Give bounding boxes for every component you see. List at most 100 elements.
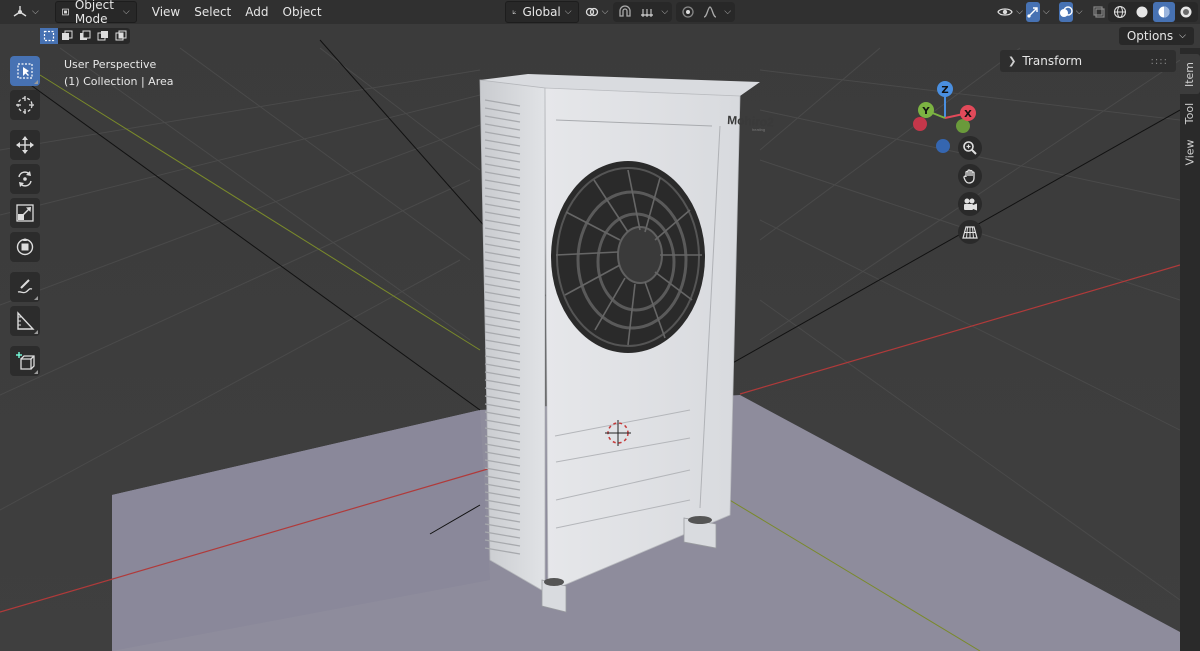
snap-target-button[interactable] [636,2,658,22]
object-mode-icon [62,8,69,16]
overlays-icon [1059,6,1073,17]
mode-dropdown[interactable]: Object Mode ⌵ [54,0,137,26]
shading-group [1107,2,1198,22]
transform-icon [16,238,34,256]
brand-logo: Mohiro2 [727,113,775,129]
overlays-toggle[interactable] [1058,2,1073,22]
tool-shelf [8,56,46,380]
tab-view[interactable]: View [1180,134,1200,170]
sidebar-tabs: Item Tool View [1180,48,1200,651]
hand-pan-icon [963,169,975,184]
annotate-tool[interactable] [10,272,40,302]
transform-tool[interactable] [10,232,40,262]
cursor-icon [16,96,34,114]
viewport-info: User Perspective (1) Collection | Area [64,56,174,90]
menu-view[interactable]: View [145,2,187,22]
options-dropdown[interactable]: Options ⌵ [1118,27,1194,45]
chevron-down-icon: ⌵ [1179,31,1186,41]
select-box-icon [17,63,33,79]
ortho-toggle-button[interactable] [958,220,982,244]
gizmo-icon [1027,7,1038,18]
select-extend-icon [62,30,73,40]
transform-orientation-dropdown[interactable]: Global ⌵ [504,1,579,23]
tab-view-label: View [1183,138,1197,166]
select-box-tool[interactable] [10,56,40,86]
chevron-down-icon: ⌵ [1016,7,1023,17]
editor-type-button[interactable]: ⌵ [6,2,45,22]
select-subtract-button[interactable] [76,28,94,44]
options-label: Options [1126,29,1174,43]
tab-tool[interactable]: Tool [1180,98,1200,128]
pan-button[interactable] [958,164,982,188]
move-icon [16,136,34,154]
tab-item[interactable]: Item [1180,54,1200,94]
xray-toggle[interactable] [1092,2,1106,22]
material-sphere-icon [1158,6,1170,18]
collection-label: (1) Collection | Area [64,75,174,88]
chevron-down-icon: ⌵ [1042,7,1050,17]
grid-view-icon [962,226,978,239]
rotate-tool[interactable] [10,164,40,194]
falloff-button[interactable] [699,2,721,22]
scale-tool[interactable] [10,198,40,228]
menu-add[interactable]: Add [238,2,275,22]
gizmo-x-label: X [964,109,972,120]
zoom-button[interactable] [958,136,982,160]
viewport-header: ⌵ Object Mode ⌵ View Select Add Object G… [0,0,1200,26]
camera-view-button[interactable] [958,192,982,216]
perspective-label: User Perspective [64,58,157,71]
mode-label: Object Mode [74,0,114,26]
orientation-label: Global [522,5,561,19]
menu-object[interactable]: Object [276,2,329,22]
select-new-icon [43,30,55,42]
drag-handle-icon[interactable]: :::: [1151,56,1168,67]
select-intersect-icon [115,30,127,41]
viewport-3d[interactable]: Mohiro2 heating User Perspective (1) Col… [0,24,1180,651]
gizmo-x-negative[interactable] [956,119,970,133]
gizmo-z-label: Z [941,85,948,96]
select-invert-icon [97,31,108,41]
cursor-tool[interactable] [10,90,40,120]
select-extend-button[interactable] [58,28,76,44]
gizmo-y-label: Y [921,106,930,117]
zoom-icon [963,141,977,155]
proportional-edit-group: ⌵ [676,2,736,22]
wireframe-sphere-icon [1113,5,1126,19]
snap-toggle[interactable] [614,2,636,22]
select-invert-button[interactable] [94,28,112,44]
move-tool[interactable] [10,130,40,160]
select-subtract-icon [80,30,91,40]
chevron-down-icon: ⌵ [32,7,39,17]
chevron-down-icon: ⌵ [661,7,669,17]
pivot-point-button[interactable] [585,2,599,22]
gizmo-toggle[interactable] [1025,2,1040,22]
transform-panel-header[interactable]: ❯ Transform :::: [1000,50,1176,72]
scene-render[interactable]: Mohiro2 heating [0,24,1180,651]
fan-grille [551,161,705,353]
visibility-button[interactable] [997,2,1013,22]
wireframe-shading-button[interactable] [1109,2,1131,22]
chevron-down-icon: ⌵ [724,7,732,17]
tab-item-label: Item [1183,61,1197,87]
rendered-shading-button[interactable] [1175,2,1197,22]
solid-sphere-icon [1136,6,1148,18]
measure-tool[interactable] [10,306,40,336]
chevron-down-icon: ⌵ [564,7,572,17]
camera-icon [964,198,977,211]
menu-select[interactable]: Select [187,2,238,22]
rotate-icon [18,171,32,187]
tool-settings-bar: Options ⌵ [0,24,1200,48]
solid-shading-button[interactable] [1131,2,1153,22]
select-intersect-button[interactable] [112,28,130,44]
chevron-down-icon: ⌵ [601,7,609,17]
rendered-sphere-icon [1180,6,1192,18]
chevron-down-icon: ⌵ [122,7,130,17]
gizmo-y-negative[interactable] [913,117,927,131]
add-cube-tool[interactable] [10,346,40,376]
select-new-button[interactable] [40,28,58,44]
transform-panel-title: Transform [1022,54,1083,68]
proportional-edit-toggle[interactable] [677,2,699,22]
material-shading-button[interactable] [1152,2,1175,22]
proportional-edit-icon [682,6,694,18]
gizmo-z-negative[interactable] [936,139,950,153]
